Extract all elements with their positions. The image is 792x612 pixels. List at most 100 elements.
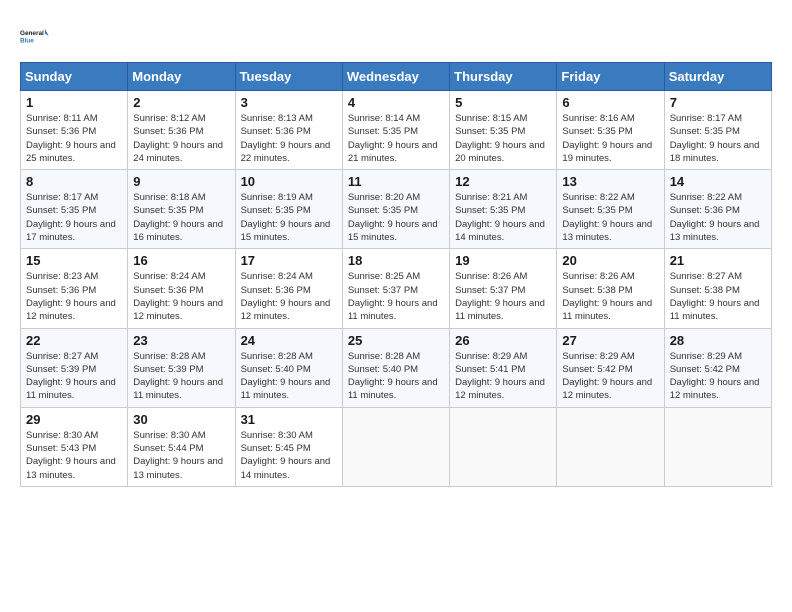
day-number: 11 [348,174,444,189]
logo: GeneralBlue [20,20,52,52]
day-number: 16 [133,253,229,268]
day-info: Sunrise: 8:24 AM Sunset: 5:36 PM Dayligh… [241,270,337,323]
day-info: Sunrise: 8:26 AM Sunset: 5:37 PM Dayligh… [455,270,551,323]
day-info: Sunrise: 8:25 AM Sunset: 5:37 PM Dayligh… [348,270,444,323]
day-number: 10 [241,174,337,189]
day-info: Sunrise: 8:23 AM Sunset: 5:36 PM Dayligh… [26,270,122,323]
calendar-cell: 22 Sunrise: 8:27 AM Sunset: 5:39 PM Dayl… [21,328,128,407]
day-number: 18 [348,253,444,268]
day-info: Sunrise: 8:28 AM Sunset: 5:40 PM Dayligh… [348,350,444,403]
calendar-cell: 16 Sunrise: 8:24 AM Sunset: 5:36 PM Dayl… [128,249,235,328]
calendar-cell: 17 Sunrise: 8:24 AM Sunset: 5:36 PM Dayl… [235,249,342,328]
calendar-cell: 14 Sunrise: 8:22 AM Sunset: 5:36 PM Dayl… [664,170,771,249]
day-number: 9 [133,174,229,189]
day-info: Sunrise: 8:27 AM Sunset: 5:38 PM Dayligh… [670,270,766,323]
day-number: 24 [241,333,337,348]
day-number: 23 [133,333,229,348]
day-number: 28 [670,333,766,348]
day-info: Sunrise: 8:30 AM Sunset: 5:43 PM Dayligh… [26,429,122,482]
calendar-cell: 1 Sunrise: 8:11 AM Sunset: 5:36 PM Dayli… [21,91,128,170]
calendar-cell: 23 Sunrise: 8:28 AM Sunset: 5:39 PM Dayl… [128,328,235,407]
day-info: Sunrise: 8:13 AM Sunset: 5:36 PM Dayligh… [241,112,337,165]
day-number: 21 [670,253,766,268]
calendar-week-5: 29 Sunrise: 8:30 AM Sunset: 5:43 PM Dayl… [21,407,772,486]
day-info: Sunrise: 8:22 AM Sunset: 5:36 PM Dayligh… [670,191,766,244]
day-info: Sunrise: 8:17 AM Sunset: 5:35 PM Dayligh… [670,112,766,165]
day-info: Sunrise: 8:19 AM Sunset: 5:35 PM Dayligh… [241,191,337,244]
calendar-cell: 6 Sunrise: 8:16 AM Sunset: 5:35 PM Dayli… [557,91,664,170]
weekday-header-saturday: Saturday [664,63,771,91]
calendar-cell: 11 Sunrise: 8:20 AM Sunset: 5:35 PM Dayl… [342,170,449,249]
day-info: Sunrise: 8:17 AM Sunset: 5:35 PM Dayligh… [26,191,122,244]
day-info: Sunrise: 8:29 AM Sunset: 5:41 PM Dayligh… [455,350,551,403]
day-number: 4 [348,95,444,110]
calendar-cell: 27 Sunrise: 8:29 AM Sunset: 5:42 PM Dayl… [557,328,664,407]
calendar-cell: 31 Sunrise: 8:30 AM Sunset: 5:45 PM Dayl… [235,407,342,486]
day-info: Sunrise: 8:22 AM Sunset: 5:35 PM Dayligh… [562,191,658,244]
day-number: 8 [26,174,122,189]
day-number: 20 [562,253,658,268]
calendar-cell: 12 Sunrise: 8:21 AM Sunset: 5:35 PM Dayl… [450,170,557,249]
day-number: 5 [455,95,551,110]
day-number: 26 [455,333,551,348]
calendar-cell: 13 Sunrise: 8:22 AM Sunset: 5:35 PM Dayl… [557,170,664,249]
calendar-cell: 8 Sunrise: 8:17 AM Sunset: 5:35 PM Dayli… [21,170,128,249]
day-number: 27 [562,333,658,348]
weekday-header-thursday: Thursday [450,63,557,91]
calendar-cell: 5 Sunrise: 8:15 AM Sunset: 5:35 PM Dayli… [450,91,557,170]
day-info: Sunrise: 8:15 AM Sunset: 5:35 PM Dayligh… [455,112,551,165]
day-info: Sunrise: 8:27 AM Sunset: 5:39 PM Dayligh… [26,350,122,403]
calendar-cell: 7 Sunrise: 8:17 AM Sunset: 5:35 PM Dayli… [664,91,771,170]
day-number: 17 [241,253,337,268]
calendar-cell: 29 Sunrise: 8:30 AM Sunset: 5:43 PM Dayl… [21,407,128,486]
calendar-cell: 21 Sunrise: 8:27 AM Sunset: 5:38 PM Dayl… [664,249,771,328]
calendar-cell: 20 Sunrise: 8:26 AM Sunset: 5:38 PM Dayl… [557,249,664,328]
day-number: 2 [133,95,229,110]
svg-text:General: General [20,30,44,37]
day-info: Sunrise: 8:28 AM Sunset: 5:39 PM Dayligh… [133,350,229,403]
calendar-cell [664,407,771,486]
day-number: 31 [241,412,337,427]
calendar-cell: 28 Sunrise: 8:29 AM Sunset: 5:42 PM Dayl… [664,328,771,407]
day-number: 6 [562,95,658,110]
day-number: 14 [670,174,766,189]
day-info: Sunrise: 8:11 AM Sunset: 5:36 PM Dayligh… [26,112,122,165]
calendar-cell: 18 Sunrise: 8:25 AM Sunset: 5:37 PM Dayl… [342,249,449,328]
calendar-cell: 4 Sunrise: 8:14 AM Sunset: 5:35 PM Dayli… [342,91,449,170]
calendar-week-1: 1 Sunrise: 8:11 AM Sunset: 5:36 PM Dayli… [21,91,772,170]
day-number: 22 [26,333,122,348]
calendar-week-4: 22 Sunrise: 8:27 AM Sunset: 5:39 PM Dayl… [21,328,772,407]
weekday-header-wednesday: Wednesday [342,63,449,91]
logo-icon: GeneralBlue [20,20,52,52]
page-header: GeneralBlue [20,20,772,52]
calendar-cell: 9 Sunrise: 8:18 AM Sunset: 5:35 PM Dayli… [128,170,235,249]
weekday-header-monday: Monday [128,63,235,91]
day-number: 13 [562,174,658,189]
day-info: Sunrise: 8:28 AM Sunset: 5:40 PM Dayligh… [241,350,337,403]
day-info: Sunrise: 8:26 AM Sunset: 5:38 PM Dayligh… [562,270,658,323]
day-info: Sunrise: 8:12 AM Sunset: 5:36 PM Dayligh… [133,112,229,165]
day-number: 29 [26,412,122,427]
day-number: 30 [133,412,229,427]
svg-text:Blue: Blue [20,37,34,44]
weekday-header-sunday: Sunday [21,63,128,91]
day-info: Sunrise: 8:24 AM Sunset: 5:36 PM Dayligh… [133,270,229,323]
weekday-header-friday: Friday [557,63,664,91]
day-info: Sunrise: 8:20 AM Sunset: 5:35 PM Dayligh… [348,191,444,244]
day-info: Sunrise: 8:21 AM Sunset: 5:35 PM Dayligh… [455,191,551,244]
calendar-cell: 30 Sunrise: 8:30 AM Sunset: 5:44 PM Dayl… [128,407,235,486]
weekday-header-tuesday: Tuesday [235,63,342,91]
day-number: 25 [348,333,444,348]
day-info: Sunrise: 8:14 AM Sunset: 5:35 PM Dayligh… [348,112,444,165]
calendar-cell: 10 Sunrise: 8:19 AM Sunset: 5:35 PM Dayl… [235,170,342,249]
calendar-cell [557,407,664,486]
calendar-week-3: 15 Sunrise: 8:23 AM Sunset: 5:36 PM Dayl… [21,249,772,328]
calendar-cell [450,407,557,486]
calendar-week-2: 8 Sunrise: 8:17 AM Sunset: 5:35 PM Dayli… [21,170,772,249]
day-number: 7 [670,95,766,110]
day-number: 19 [455,253,551,268]
calendar-cell: 26 Sunrise: 8:29 AM Sunset: 5:41 PM Dayl… [450,328,557,407]
calendar-cell [342,407,449,486]
calendar-cell: 19 Sunrise: 8:26 AM Sunset: 5:37 PM Dayl… [450,249,557,328]
calendar-cell: 3 Sunrise: 8:13 AM Sunset: 5:36 PM Dayli… [235,91,342,170]
